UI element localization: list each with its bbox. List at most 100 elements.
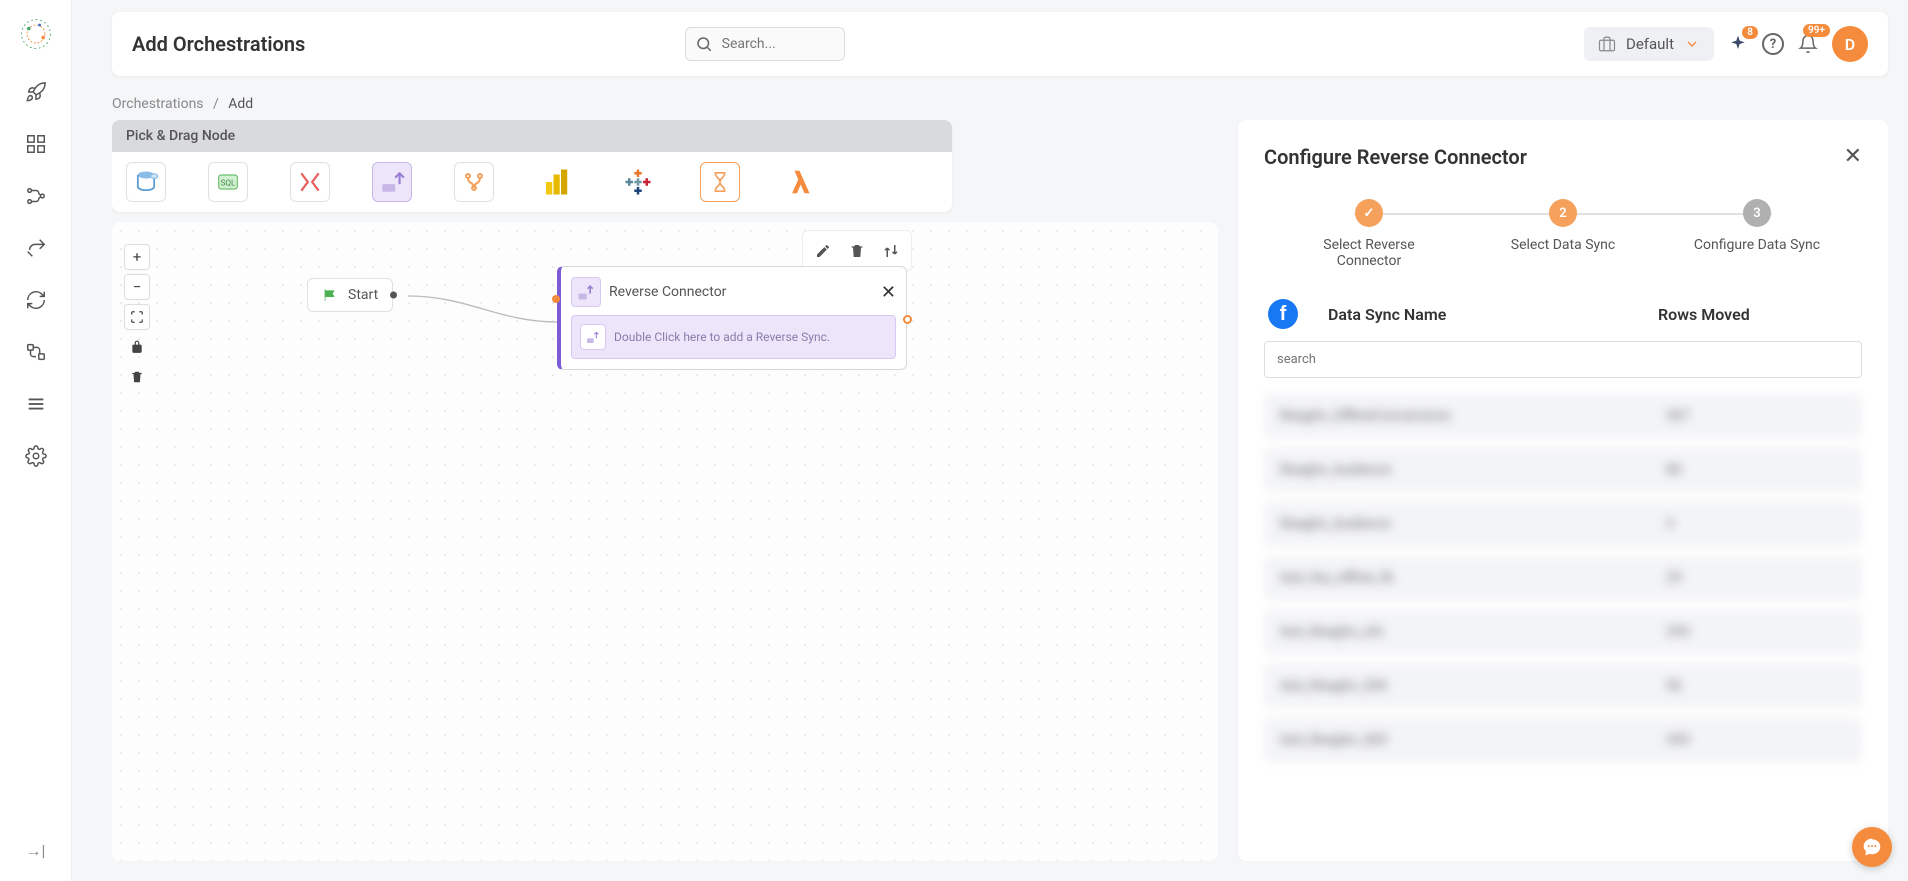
breadcrumb: Orchestrations / Add xyxy=(112,96,1888,112)
start-port-out[interactable] xyxy=(390,292,397,299)
svg-text:SQL: SQL xyxy=(221,178,236,188)
app-logo[interactable] xyxy=(18,16,54,52)
sync-name: Reaghn_Audience xyxy=(1280,462,1666,478)
configure-panel: Configure Reverse Connector ✕ ✓ Select R… xyxy=(1238,120,1888,861)
data-sync-row[interactable]: Reaghn_Audience3 xyxy=(1264,502,1862,546)
briefcase-icon xyxy=(1598,35,1616,53)
sidebar-nav: →| xyxy=(0,0,72,881)
chat-icon xyxy=(1862,837,1882,857)
zoom-in-button[interactable]: + xyxy=(124,244,150,270)
sync-rows-moved: 56 xyxy=(1666,678,1846,694)
connector-title: Reverse Connector xyxy=(609,284,873,300)
orchestration-canvas[interactable]: + − xyxy=(112,222,1218,861)
connector-hint: Double Click here to add a Reverse Sync. xyxy=(614,330,830,344)
nav-sync-icon[interactable] xyxy=(24,288,48,312)
nav-logs-icon[interactable] xyxy=(24,392,48,416)
col-header-rows: Rows Moved xyxy=(1658,305,1858,324)
sync-rows-moved: 3 xyxy=(1666,516,1846,532)
connector-port-in[interactable] xyxy=(552,295,560,303)
lock-button[interactable] xyxy=(124,334,150,360)
reverse-sync-icon xyxy=(580,324,606,350)
search-icon xyxy=(695,35,713,53)
nav-transform-icon[interactable] xyxy=(24,236,48,260)
workspace-selector[interactable]: Default xyxy=(1584,27,1714,61)
connector-add-sync-area[interactable]: Double Click here to add a Reverse Sync. xyxy=(571,315,896,359)
delete-node-button[interactable] xyxy=(841,235,873,267)
sync-rows-moved: 293 xyxy=(1666,624,1846,640)
nav-rocket-icon[interactable] xyxy=(24,80,48,104)
flag-icon xyxy=(322,287,338,303)
sync-rows-moved: 343 xyxy=(1666,732,1846,748)
stepper: ✓ Select Reverse Connector 2 Select Data… xyxy=(1294,199,1832,269)
data-sync-row[interactable]: test_fea_offline_fb29 xyxy=(1264,556,1862,600)
swap-node-button[interactable] xyxy=(875,235,907,267)
step-1-label: Select Reverse Connector xyxy=(1294,237,1444,269)
notif-badge: 99+ xyxy=(1803,24,1830,37)
breadcrumb-current: Add xyxy=(228,96,253,112)
edit-node-button[interactable] xyxy=(807,235,839,267)
step-2-circle: 2 xyxy=(1549,199,1577,227)
edge-start-to-connector xyxy=(408,282,568,332)
zoom-out-button[interactable]: − xyxy=(124,274,150,300)
col-header-name: Data Sync Name xyxy=(1328,305,1632,324)
palette-node-database[interactable] xyxy=(126,162,166,202)
palette-node-transform[interactable] xyxy=(290,162,330,202)
nav-orchestration-icon[interactable] xyxy=(24,340,48,364)
data-sync-row[interactable]: Reaghn_Audience80 xyxy=(1264,448,1862,492)
connector-close-button[interactable]: ✕ xyxy=(881,282,896,303)
node-palette: Pick & Drag Node SQL xyxy=(112,120,952,212)
palette-node-branch[interactable] xyxy=(454,162,494,202)
start-label: Start xyxy=(348,287,378,303)
sync-name: test_Reaghn_365 xyxy=(1280,732,1666,748)
palette-node-reverse[interactable] xyxy=(372,162,412,202)
nav-settings-icon[interactable] xyxy=(24,444,48,468)
ai-sparkle-button[interactable]: 8 xyxy=(1728,34,1748,54)
data-sync-row[interactable]: test_Reaghn_ofn293 xyxy=(1264,610,1862,654)
chevron-down-icon xyxy=(1684,36,1700,52)
help-button[interactable]: ? xyxy=(1762,33,1784,55)
user-avatar[interactable]: D xyxy=(1832,26,1868,62)
step-3-label: Configure Data Sync xyxy=(1694,237,1820,253)
connector-port-out[interactable] xyxy=(903,315,912,324)
palette-header: Pick & Drag Node xyxy=(112,120,952,152)
data-sync-list: Reaghn_OfflineConversions307 Reaghn_Audie… xyxy=(1264,394,1862,762)
sync-name: test_Reaghn_ofn xyxy=(1280,624,1666,640)
sidebar-collapse-icon[interactable]: →| xyxy=(26,841,46,861)
step-3-circle: 3 xyxy=(1743,199,1771,227)
nav-dashboard-icon[interactable] xyxy=(24,132,48,156)
palette-node-powerbi[interactable] xyxy=(536,162,576,202)
start-node[interactable]: Start xyxy=(307,278,393,312)
page-title: Add Orchestrations xyxy=(132,32,305,56)
palette-node-sql[interactable]: SQL xyxy=(208,162,248,202)
data-sync-search-input[interactable] xyxy=(1264,341,1862,378)
sync-rows-moved: 307 xyxy=(1666,408,1846,424)
palette-node-tableau[interactable] xyxy=(618,162,658,202)
sync-name: test_Reaghn_284 xyxy=(1280,678,1666,694)
delete-button[interactable] xyxy=(124,364,150,390)
fit-view-button[interactable] xyxy=(124,304,150,330)
sync-rows-moved: 80 xyxy=(1666,462,1846,478)
reverse-connector-node[interactable]: Reverse Connector ✕ Double Click here to… xyxy=(557,266,907,370)
palette-node-wait[interactable] xyxy=(700,162,740,202)
sync-name: Reaghn_OfflineConversions xyxy=(1280,408,1666,424)
sparkle-badge: 8 xyxy=(1742,26,1758,39)
palette-node-lambda[interactable] xyxy=(782,162,822,202)
step-1[interactable]: ✓ Select Reverse Connector xyxy=(1294,199,1444,269)
step-1-circle: ✓ xyxy=(1355,199,1383,227)
data-sync-row[interactable]: test_Reaghn_365343 xyxy=(1264,718,1862,762)
reverse-connector-icon xyxy=(571,277,601,307)
sync-rows-moved: 29 xyxy=(1666,570,1846,586)
bell-icon xyxy=(1798,34,1818,54)
data-sync-row[interactable]: test_Reaghn_28456 xyxy=(1264,664,1862,708)
step-3[interactable]: 3 Configure Data Sync xyxy=(1682,199,1832,253)
breadcrumb-parent[interactable]: Orchestrations xyxy=(112,96,204,112)
step-2[interactable]: 2 Select Data Sync xyxy=(1488,199,1638,253)
data-sync-row[interactable]: Reaghn_OfflineConversions307 xyxy=(1264,394,1862,438)
panel-close-button[interactable]: ✕ xyxy=(1844,144,1862,169)
nav-pipeline-icon[interactable] xyxy=(24,184,48,208)
notifications-button[interactable]: 99+ xyxy=(1798,34,1818,54)
sync-name: Reaghn_Audience xyxy=(1280,516,1666,532)
facebook-icon: f xyxy=(1268,299,1298,329)
chat-button[interactable] xyxy=(1852,827,1892,867)
panel-title: Configure Reverse Connector xyxy=(1264,145,1527,169)
